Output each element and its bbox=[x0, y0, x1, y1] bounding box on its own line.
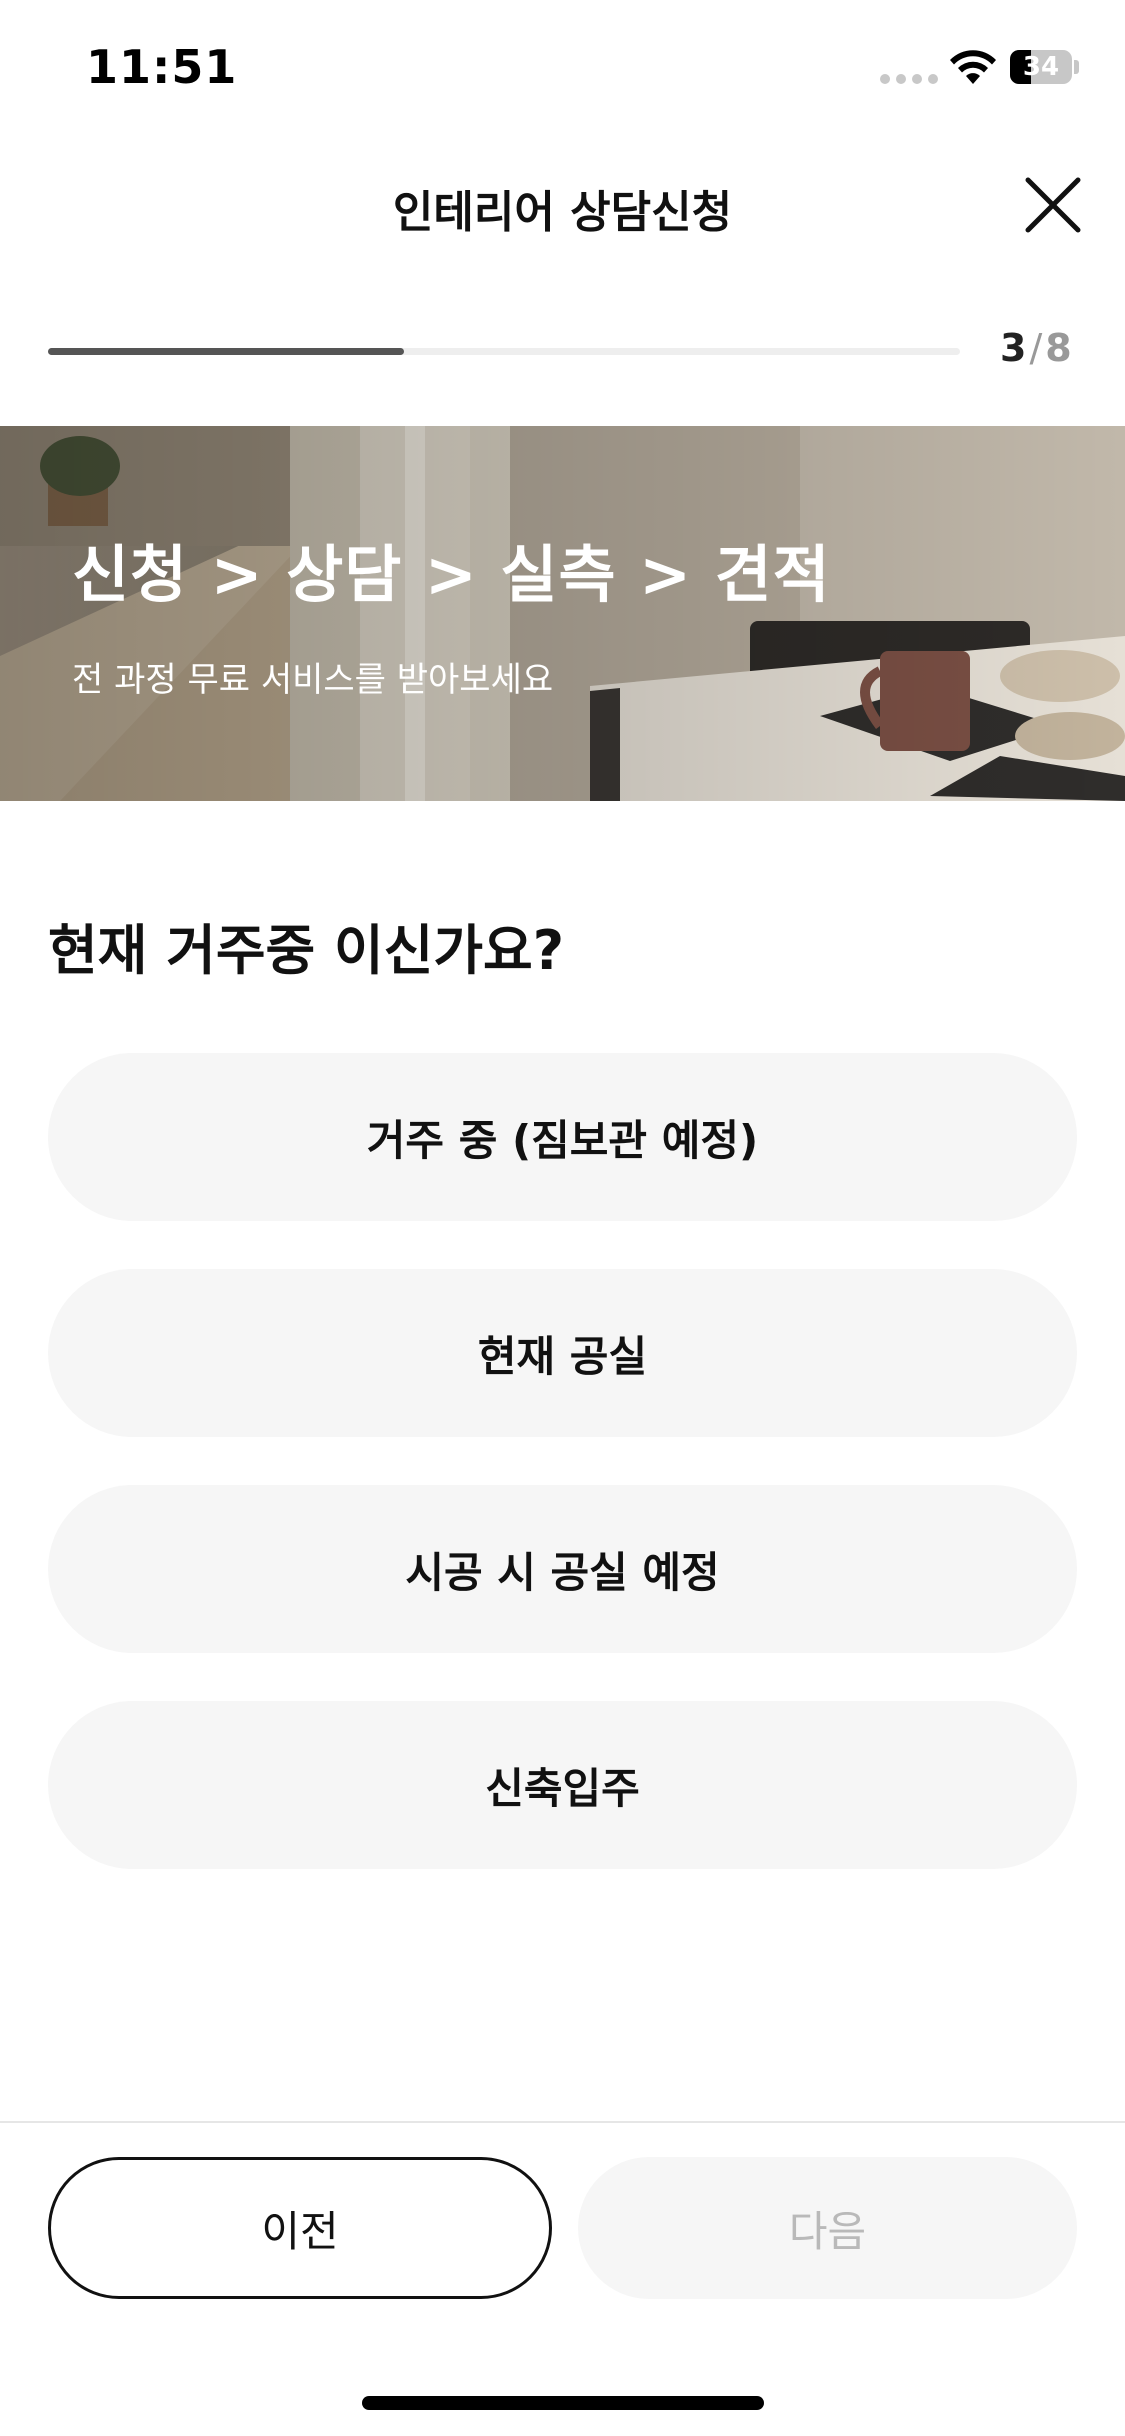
step-separator: / bbox=[1029, 326, 1043, 370]
progress-bar bbox=[48, 338, 960, 366]
step-current: 3 bbox=[1000, 326, 1027, 370]
battery-icon: 34 bbox=[1010, 50, 1072, 84]
close-button[interactable] bbox=[1018, 170, 1088, 240]
option-new-build[interactable]: 신축입주 bbox=[48, 1701, 1077, 1869]
status-time: 11:51 bbox=[86, 40, 238, 94]
progress-fill bbox=[48, 348, 404, 355]
hero-title: 신청 > 상담 > 실측 > 견적 bbox=[72, 538, 831, 611]
wifi-icon bbox=[950, 50, 996, 84]
battery-cap bbox=[1074, 60, 1079, 74]
option-list: 거주 중 (짐보관 예정) 현재 공실 시공 시 공실 예정 신축입주 bbox=[48, 1053, 1077, 1917]
signal-icon bbox=[880, 74, 938, 84]
step-counter: 3/8 bbox=[1000, 326, 1072, 370]
hero-subtitle: 전 과정 무료 서비스를 받아보세요 bbox=[72, 660, 554, 700]
page-title: 인테리어 상담신청 bbox=[392, 187, 733, 238]
progress-track bbox=[48, 348, 960, 355]
option-living-with-storage[interactable]: 거주 중 (짐보관 예정) bbox=[48, 1053, 1077, 1221]
option-vacant-during-construction[interactable]: 시공 시 공실 예정 bbox=[48, 1485, 1077, 1653]
footer-divider bbox=[0, 2121, 1125, 2123]
step-total: 8 bbox=[1045, 326, 1072, 370]
next-button[interactable]: 다음 bbox=[578, 2157, 1077, 2299]
close-icon bbox=[1025, 177, 1081, 233]
app-header: 인테리어 상담신청 bbox=[0, 150, 1125, 260]
hero-banner: 신청 > 상담 > 실측 > 견적 전 과정 무료 서비스를 받아보세요 bbox=[0, 426, 1125, 801]
option-currently-vacant[interactable]: 현재 공실 bbox=[48, 1269, 1077, 1437]
prev-button[interactable]: 이전 bbox=[48, 2157, 552, 2299]
home-indicator bbox=[362, 2396, 764, 2410]
battery-level: 34 bbox=[1022, 52, 1060, 82]
question-heading: 현재 거주중 이신가요? bbox=[48, 919, 565, 982]
status-bar: 11:51 34 bbox=[0, 0, 1125, 140]
